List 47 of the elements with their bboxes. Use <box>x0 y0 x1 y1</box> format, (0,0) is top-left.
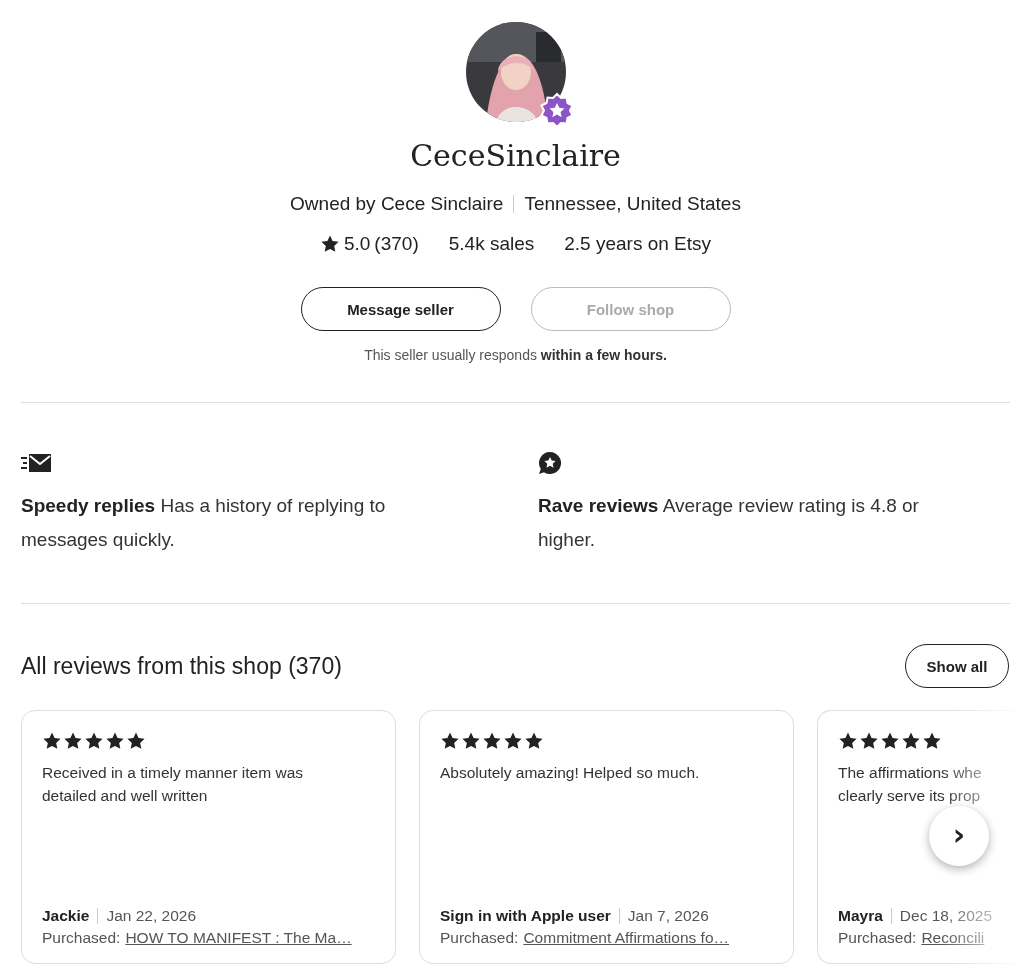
shop-location: Tennessee, United States <box>524 193 741 215</box>
star-icon <box>524 731 544 751</box>
reviewer-name: Mayra <box>838 907 883 925</box>
review-date: Dec 18, 2025 <box>899 907 993 925</box>
star-icon <box>319 234 340 254</box>
fast-mail-icon <box>21 454 51 472</box>
review-text: The affirmations whe clearly serve its prop <box>838 763 983 806</box>
star-icon <box>482 731 502 751</box>
rating-count: (370) <box>374 233 419 255</box>
review-date: Jan 22, 2026 <box>106 907 197 925</box>
star-icon <box>461 731 481 751</box>
star-icon <box>838 731 858 751</box>
reviewer-name: Jackie <box>42 907 90 925</box>
sales-count: 5.4k sales <box>448 233 535 255</box>
star-icon <box>503 731 523 751</box>
review-text: Absolutely amazing! Helped so much. <box>440 763 701 783</box>
shop-name: CeceSinclaire <box>410 138 621 173</box>
star-icon <box>126 731 146 751</box>
highlight-text: Speedy replies Has a history of replying to messages quickly. <box>21 494 387 552</box>
message-seller-button[interactable]: Message seller <box>300 287 501 331</box>
response-note: This seller usually responds within a few hours. <box>364 347 667 363</box>
star-icon <box>63 731 83 751</box>
highlight-text: Rave reviews Average review rating is 4.8 or higher. <box>538 494 920 552</box>
star-icon <box>42 731 62 751</box>
show-all-button[interactable]: Show all <box>905 644 1009 688</box>
reviews-heading: All reviews from this shop (370) <box>21 652 342 680</box>
star-icon <box>440 731 460 751</box>
shop-tenure: 2.5 years on Etsy <box>564 233 712 255</box>
star-icon <box>880 731 900 751</box>
purchased-label: Purchased: <box>838 929 917 947</box>
star-icon <box>105 731 125 751</box>
star-bubble-icon <box>538 451 562 475</box>
owner-name: Owned by Cece Sinclaire <box>290 193 504 215</box>
reviewer-name: Sign in with Apple user <box>440 907 611 925</box>
rating-value: 5.0 <box>343 233 371 255</box>
next-button[interactable]: › <box>929 806 989 866</box>
star-icon <box>901 731 921 751</box>
star-icon <box>859 731 879 751</box>
item-link[interactable]: HOW TO MANIFEST : The Ma… <box>125 929 352 947</box>
item-link[interactable]: Commitment Affirmations fo… <box>523 929 729 947</box>
review-date: Jan 7, 2026 <box>627 907 709 925</box>
review-text: Received in a timely manner item was detailed and well written <box>42 763 305 806</box>
purchased-label: Purchased: <box>42 929 121 947</box>
item-link[interactable]: Reconcili <box>921 929 985 947</box>
star-icon <box>922 731 942 751</box>
purchased-label: Purchased: <box>440 929 519 947</box>
star-icon <box>84 731 104 751</box>
